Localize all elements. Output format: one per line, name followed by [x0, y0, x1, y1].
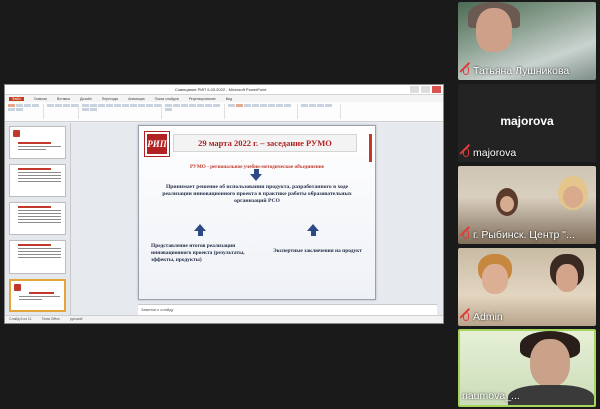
ribbon-group-paragraph[interactable]: [165, 104, 225, 119]
participant-nameplate: Татьяна Лушникова: [460, 65, 569, 77]
ribbon-group-drawing[interactable]: [228, 104, 298, 119]
slide-title: 29 марта 2022 г. – заседание РУМО: [173, 134, 357, 152]
menu-file[interactable]: Файл: [9, 96, 24, 101]
slide-right-text: Экспертные заключения на продукт: [273, 248, 362, 254]
slide-left-text: Представление итогов реализации инноваци…: [151, 243, 245, 263]
participant-tile[interactable]: Admin: [458, 248, 596, 326]
menu-view[interactable]: Вид: [226, 97, 232, 101]
status-slide-count: Слайд 6 из 11: [9, 317, 32, 321]
participant-name: г. Рыбинск. Центр "...: [473, 229, 575, 241]
slide-thumbnail[interactable]: 4: [9, 240, 66, 274]
maximize-icon[interactable]: [421, 86, 430, 93]
participant-name: naumova_...: [462, 390, 520, 402]
minimize-icon[interactable]: [410, 86, 419, 93]
mic-muted-icon: [460, 229, 470, 241]
status-language: русский: [69, 317, 83, 321]
participant-nameplate: naumova_...: [462, 390, 520, 402]
menu-design[interactable]: Дизайн: [80, 97, 92, 101]
rip-logo: РИП: [145, 132, 169, 156]
ppt-statusbar: Слайд 6 из 11 Тема Office русский: [5, 315, 443, 323]
shared-screen: Совещание РИП 5.03.2022 - Microsoft Powe…: [4, 84, 444, 324]
menu-review[interactable]: Рецензирование: [189, 97, 216, 101]
ppt-ribbon: [5, 102, 443, 122]
participant-tile[interactable]: г. Рыбинск. Центр "...: [458, 166, 596, 244]
mic-muted-icon: [460, 147, 470, 159]
arrow-up-icon: [307, 224, 319, 236]
participant-nameplate: majorova: [460, 147, 516, 159]
arrow-down-icon: [250, 169, 262, 181]
mic-muted-icon: [460, 65, 470, 77]
window-controls: [410, 86, 441, 93]
close-icon[interactable]: [432, 86, 441, 93]
participant-tile[interactable]: Татьяна Лушникова: [458, 2, 596, 80]
ribbon-group-clipboard[interactable]: [8, 104, 44, 119]
participant-name: majorova: [473, 147, 517, 159]
slide-thumbnail[interactable]: 2: [9, 164, 66, 198]
ppt-titlebar: Совещание РИП 5.03.2022 - Microsoft Powe…: [5, 85, 443, 95]
ppt-menubar: Файл Главная Вставка Дизайн Переходы Ани…: [5, 95, 443, 102]
video-conference-window: Совещание РИП 5.03.2022 - Microsoft Powe…: [0, 0, 600, 409]
ribbon-group-slides[interactable]: [47, 104, 79, 119]
menu-insert[interactable]: Вставка: [57, 97, 70, 101]
status-theme: Тема Office: [41, 317, 60, 321]
slide-thumbnail[interactable]: 3: [9, 202, 66, 236]
menu-animations[interactable]: Анимация: [128, 97, 144, 101]
window-title: Совещание РИП 5.03.2022 - Microsoft Powe…: [175, 87, 267, 92]
menu-transitions[interactable]: Переходы: [102, 97, 118, 101]
participant-nameplate: г. Рыбинск. Центр "...: [460, 229, 575, 241]
participant-nameplate: Admin: [460, 311, 503, 323]
participant-display-name: majorova: [500, 114, 554, 128]
arrow-up-icon: [194, 224, 206, 236]
ribbon-group-editing[interactable]: [301, 104, 341, 119]
slide-accent-line: [369, 134, 372, 162]
current-slide[interactable]: РИП 29 марта 2022 г. – заседание РУМО РУ…: [138, 125, 376, 300]
participant-tile[interactable]: majorova majorova: [458, 84, 596, 162]
ribbon-group-font[interactable]: [82, 104, 162, 119]
slide-editor: РИП 29 марта 2022 г. – заседание РУМО РУ…: [71, 123, 443, 316]
participant-name: Татьяна Лушникова: [473, 65, 570, 77]
participant-tile-active-speaker[interactable]: naumova_...: [458, 329, 596, 407]
menu-slideshow[interactable]: Показ слайдов: [155, 97, 179, 101]
participant-name: Admin: [473, 311, 503, 323]
ppt-workarea: 1 2 3 4 6: [5, 123, 443, 316]
menu-home[interactable]: Главная: [34, 97, 47, 101]
slide-thumbnail-selected[interactable]: 6: [5, 278, 66, 313]
slide-middle-text: Принимает решение об использовании проду…: [162, 184, 352, 205]
slide-thumbnails-panel: 1 2 3 4 6: [5, 123, 71, 315]
slide-thumbnail[interactable]: 1: [9, 126, 66, 160]
mic-muted-icon: [460, 311, 470, 323]
